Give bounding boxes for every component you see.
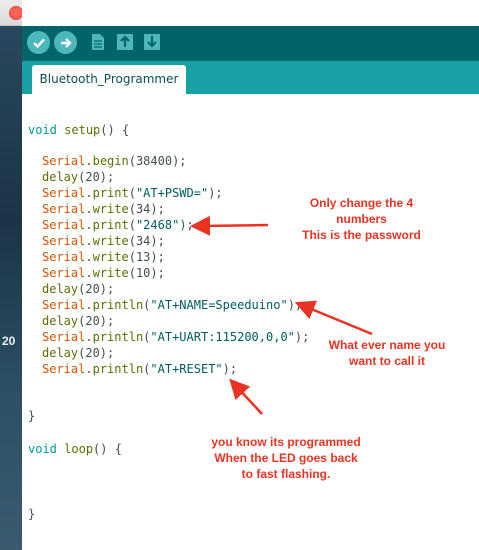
annotation-arrows	[190, 215, 373, 415]
close-window-button[interactable]	[9, 6, 23, 20]
reset-arrow	[229, 378, 263, 415]
password-arrow	[190, 215, 269, 236]
arduino-ide-window: Bluetooth_Programmer void setup() { Seri…	[22, 0, 479, 550]
name-arrow	[294, 300, 373, 336]
desktop-background: 20	[0, 0, 22, 550]
desktop-partial-text: 20	[2, 334, 16, 348]
